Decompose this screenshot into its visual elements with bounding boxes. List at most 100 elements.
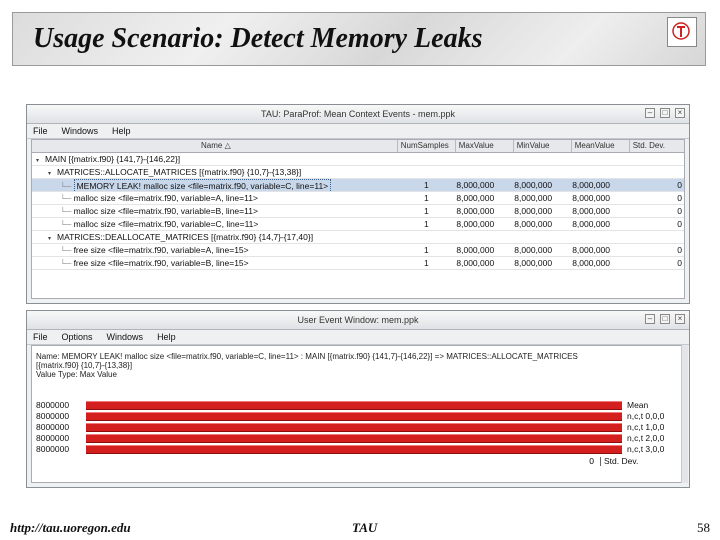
table-row[interactable]: └─ MEMORY LEAK! malloc size <file=matrix…	[32, 179, 684, 192]
menu-windows[interactable]: Windows	[62, 124, 99, 138]
cell-meanvalue	[572, 153, 630, 165]
table-header: Name △ NumSamples MaxValue MinValue Mean…	[32, 140, 684, 153]
tree-expand-icon[interactable]: ▾	[48, 233, 57, 243]
event-info-text: Name: MEMORY LEAK! malloc size <file=mat…	[32, 346, 684, 379]
window-title: TAU: ParaProf: Mean Context Events - mem…	[261, 109, 455, 119]
value-type-line: Value Type: Max Value	[36, 370, 117, 379]
cell-meanvalue: 8,000,000	[572, 258, 611, 268]
column-header-minvalue[interactable]: MinValue	[514, 140, 572, 152]
cell-minvalue	[514, 231, 572, 243]
cell-minvalue: 8,000,000	[514, 245, 553, 255]
cell-numsamples: 1	[423, 245, 429, 255]
tree-expand-icon[interactable]: ▾	[36, 155, 45, 165]
tree-branch-icon: └─	[60, 220, 74, 229]
bar-row[interactable]: 0 Std. Dev.	[36, 455, 686, 467]
cell-numsamples: 1	[423, 193, 429, 203]
cell-stddev	[630, 153, 684, 165]
menu-windows[interactable]: Windows	[107, 330, 144, 344]
bar[interactable]	[86, 411, 622, 421]
cell-minvalue	[514, 166, 572, 178]
slide-title-bar: Usage Scenario: Detect Memory Leaks	[12, 12, 706, 66]
menu-help[interactable]: Help	[157, 330, 176, 344]
cell-stddev	[630, 166, 684, 178]
bar-row[interactable]: 8000000 n,c,t 0,0,0	[36, 411, 686, 421]
maximize-button[interactable]: □	[660, 314, 670, 324]
cell-stddev: 0	[677, 245, 682, 255]
minimize-button[interactable]: –	[645, 314, 655, 324]
bar-row[interactable]: 8000000 n,c,t 2,0,0	[36, 433, 686, 443]
bar[interactable]	[86, 433, 622, 443]
menu-file[interactable]: File	[33, 330, 48, 344]
bar-value-label: 8000000	[36, 422, 70, 432]
mean-context-events-window: TAU: ParaProf: Mean Context Events - mem…	[26, 104, 690, 304]
bar-value-label: 8000000	[36, 400, 70, 410]
table-row[interactable]: ▾ MATRICES::ALLOCATE_MATRICES [{matrix.f9…	[32, 166, 684, 179]
row-label: MEMORY LEAK! malloc size <file=matrix.f9…	[73, 179, 332, 191]
cell-name: ▾ MATRICES::DEALLOCATE_MATRICES [{matrix.…	[32, 231, 398, 243]
cell-name: └─ malloc size <file=matrix.f90, variabl…	[32, 192, 398, 204]
bar-graph: 8000000 Mean 8000000 n,c,t 0,0,0 8000000 n,c,…	[36, 400, 686, 467]
column-header-numsamples[interactable]: NumSamples	[398, 140, 456, 152]
cell-meanvalue: 8,000,000	[572, 193, 611, 203]
bar-track	[86, 422, 622, 432]
table-row[interactable]: └─ malloc size <file=matrix.f90, variabl…	[32, 218, 684, 231]
cell-stddev	[630, 231, 684, 243]
cell-meanvalue: 8,000,000	[572, 245, 611, 255]
bar[interactable]	[86, 444, 622, 454]
tree-branch-icon: └─	[60, 194, 74, 203]
column-header-meanvalue[interactable]: MeanValue	[572, 140, 630, 152]
window-titlebar[interactable]: TAU: ParaProf: Mean Context Events - mem…	[27, 105, 689, 124]
tree-branch-icon: └─	[60, 182, 74, 191]
bar-row[interactable]: 8000000 n,c,t 3,0,0	[36, 444, 686, 454]
table-row[interactable]: ▾ MAIN [{matrix.f90} {141,7}-{146,22}]	[32, 153, 684, 166]
bar-row[interactable]: 8000000 Mean	[36, 400, 686, 410]
menu-options[interactable]: Options	[62, 330, 93, 344]
menu-help[interactable]: Help	[112, 124, 131, 138]
cell-stddev: 0	[677, 258, 682, 268]
page-number: 58	[697, 520, 710, 535]
close-button[interactable]: ×	[675, 108, 685, 118]
vertical-scrollbar[interactable]	[681, 345, 688, 483]
window-titlebar[interactable]: User Event Window: mem.ppk – □ ×	[27, 311, 689, 330]
column-header-name[interactable]: Name △	[32, 140, 398, 152]
bar-track	[86, 411, 622, 421]
user-event-window: User Event Window: mem.ppk – □ × File Op…	[26, 310, 690, 488]
cell-name: └─ free size <file=matrix.f90, variable=…	[32, 244, 398, 256]
row-label: free size <file=matrix.f90, variable=A, …	[73, 245, 249, 255]
row-label: malloc size <file=matrix.f90, variable=A…	[73, 193, 258, 203]
cell-meanvalue: 8,000,000	[572, 219, 611, 229]
tree-branch-icon: └─	[60, 259, 74, 268]
row-label: MATRICES::ALLOCATE_MATRICES [{matrix.f90…	[57, 167, 302, 177]
minimize-button[interactable]: –	[645, 108, 655, 118]
bar-track	[86, 444, 622, 454]
maximize-button[interactable]: □	[660, 108, 670, 118]
cell-name: ▾ MAIN [{matrix.f90} {141,7}-{146,22}]	[32, 153, 397, 165]
tree-expand-icon[interactable]: ▾	[48, 168, 57, 178]
bar-row[interactable]: 8000000 n,c,t 1,0,0	[36, 422, 686, 432]
table-row[interactable]: ▾ MATRICES::DEALLOCATE_MATRICES [{matrix.…	[32, 231, 684, 244]
event-name-line-cont: [{matrix.f90} {10,7}-{13,38}]	[36, 361, 133, 370]
close-button[interactable]: ×	[675, 314, 685, 324]
bar-series-label: n,c,t 0,0,0	[627, 411, 665, 421]
table-row[interactable]: └─ malloc size <file=matrix.f90, variabl…	[32, 192, 684, 205]
footer-url[interactable]: http://tau.uoregon.edu	[10, 520, 131, 536]
bar-series-label: Std. Dev.	[604, 456, 639, 466]
cell-minvalue	[514, 153, 572, 165]
table-row[interactable]: └─ malloc size <file=matrix.f90, variabl…	[32, 205, 684, 218]
table-row[interactable]: └─ free size <file=matrix.f90, variable=…	[32, 244, 684, 257]
bar[interactable]	[86, 422, 622, 432]
cell-numsamples: 1	[423, 206, 429, 216]
column-header-maxvalue[interactable]: MaxValue	[456, 140, 514, 152]
cell-maxvalue: 8,000,000	[456, 258, 495, 268]
tree-branch-icon: └─	[60, 207, 74, 216]
bar-value-label: 8000000	[36, 411, 70, 421]
bar[interactable]	[86, 400, 622, 410]
cell-name: └─ free size <file=matrix.f90, variable=…	[32, 257, 398, 269]
menu-file[interactable]: File	[33, 124, 48, 138]
cell-minvalue: 8,000,000	[514, 193, 553, 203]
column-header-stddev[interactable]: Std. Dev.	[630, 140, 684, 152]
cell-meanvalue	[572, 231, 630, 243]
table-row[interactable]: └─ free size <file=matrix.f90, variable=…	[32, 257, 684, 270]
event-info-panel: Name: MEMORY LEAK! malloc size <file=mat…	[31, 345, 685, 483]
bar-value-label: 8000000	[36, 444, 70, 454]
